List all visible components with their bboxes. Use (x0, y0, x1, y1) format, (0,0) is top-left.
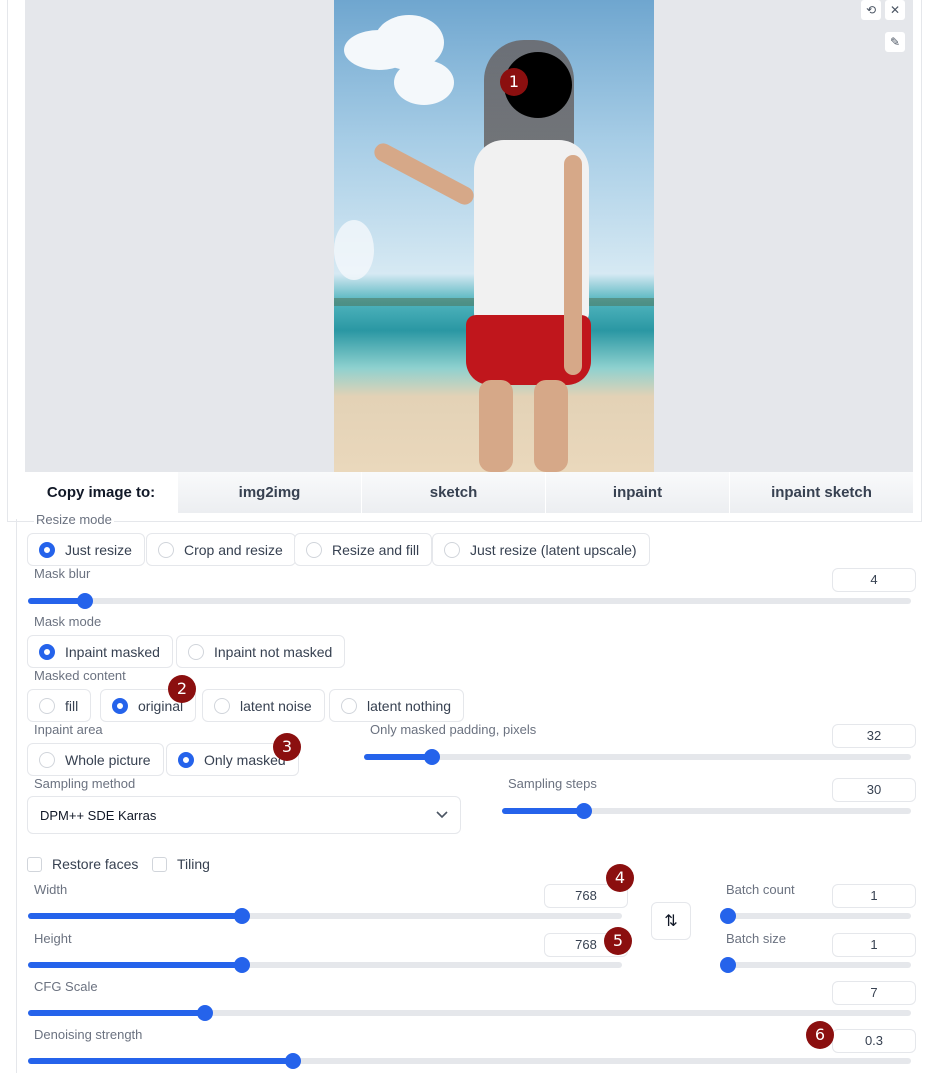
tiling-checkbox[interactable]: Tiling (152, 856, 210, 872)
batch-size-slider[interactable] (720, 957, 911, 973)
cfg-scale-label: CFG Scale (34, 979, 98, 994)
inpaint-canvas[interactable]: 1 ⟲ ✕ ✎ (25, 0, 913, 472)
radio-inpaint-not-masked[interactable]: Inpaint not masked (176, 635, 346, 668)
mask-mode-label: Mask mode (34, 614, 102, 629)
chevron-down-icon (436, 811, 448, 819)
batch-count-label: Batch count (726, 882, 795, 897)
inpaint-area-label: Inpaint area (34, 722, 103, 737)
radio-just-resize[interactable]: Just resize (27, 533, 145, 566)
marker-badge-3: 3 (273, 733, 301, 761)
width-slider[interactable] (28, 908, 622, 924)
only-masked-padding-input[interactable]: 32 (832, 724, 916, 748)
settings-group-border (16, 519, 18, 1073)
denoising-strength-input[interactable]: 0.3 (832, 1029, 916, 1053)
width-label: Width (34, 882, 68, 897)
resize-mode-label: Resize mode (34, 512, 114, 527)
radio-whole-picture[interactable]: Whole picture (27, 743, 164, 776)
denoising-strength-slider[interactable] (28, 1053, 911, 1069)
only-masked-padding-slider[interactable] (364, 749, 911, 765)
copy-image-bar: Copy image to: img2img sketch inpaint in… (25, 472, 913, 513)
mask-blur-label: Mask blur (34, 566, 91, 581)
cfg-scale-input[interactable]: 7 (832, 981, 916, 1005)
swap-vertical-icon[interactable]: ⇅ (651, 902, 691, 940)
marker-badge-4: 4 (606, 864, 634, 892)
uploaded-photo[interactable] (334, 0, 654, 472)
denoising-strength-label: Denoising strength (34, 1027, 143, 1042)
copy-to-img2img-button[interactable]: img2img (177, 472, 361, 513)
mask-blur-slider[interactable] (28, 593, 911, 609)
copy-to-sketch-button[interactable]: sketch (361, 472, 545, 513)
close-icon[interactable]: ✕ (884, 0, 906, 21)
brush-icon[interactable]: ✎ (884, 31, 906, 53)
radio-crop-and-resize[interactable]: Crop and resize (146, 533, 296, 566)
radio-latent-nothing[interactable]: latent nothing (329, 689, 465, 722)
marker-badge-5: 5 (604, 927, 632, 955)
height-slider[interactable] (28, 957, 622, 973)
sampling-steps-label: Sampling steps (508, 776, 597, 791)
cfg-scale-slider[interactable] (28, 1005, 911, 1021)
undo-icon[interactable]: ⟲ (860, 0, 882, 21)
masked-content-label: Masked content (34, 668, 126, 683)
height-label: Height (34, 931, 72, 946)
radio-latent-noise[interactable]: latent noise (202, 689, 325, 722)
batch-size-label: Batch size (726, 931, 786, 946)
sampling-steps-input[interactable]: 30 (832, 778, 916, 802)
batch-count-slider[interactable] (720, 908, 911, 924)
mask-blur-input[interactable]: 4 (832, 568, 916, 592)
only-masked-padding-label: Only masked padding, pixels (370, 722, 537, 737)
marker-badge-2: 2 (168, 675, 196, 703)
radio-just-resize-latent[interactable]: Just resize (latent upscale) (432, 533, 650, 566)
marker-badge-6: 6 (806, 1021, 834, 1049)
sampling-method-select[interactable]: DPM++ SDE Karras (27, 796, 461, 834)
marker-badge-1: 1 (500, 68, 528, 96)
radio-inpaint-masked[interactable]: Inpaint masked (27, 635, 173, 668)
radio-fill[interactable]: fill (27, 689, 92, 722)
batch-size-input[interactable]: 1 (832, 933, 916, 957)
sampling-method-label: Sampling method (34, 776, 136, 791)
copy-to-inpaint-button[interactable]: inpaint (545, 472, 729, 513)
radio-resize-and-fill[interactable]: Resize and fill (294, 533, 433, 566)
sampling-steps-slider[interactable] (502, 803, 911, 819)
batch-count-input[interactable]: 1 (832, 884, 916, 908)
copy-to-inpaint-sketch-button[interactable]: inpaint sketch (729, 472, 913, 513)
restore-faces-checkbox[interactable]: Restore faces (27, 856, 138, 872)
copy-image-label: Copy image to: (25, 472, 177, 513)
